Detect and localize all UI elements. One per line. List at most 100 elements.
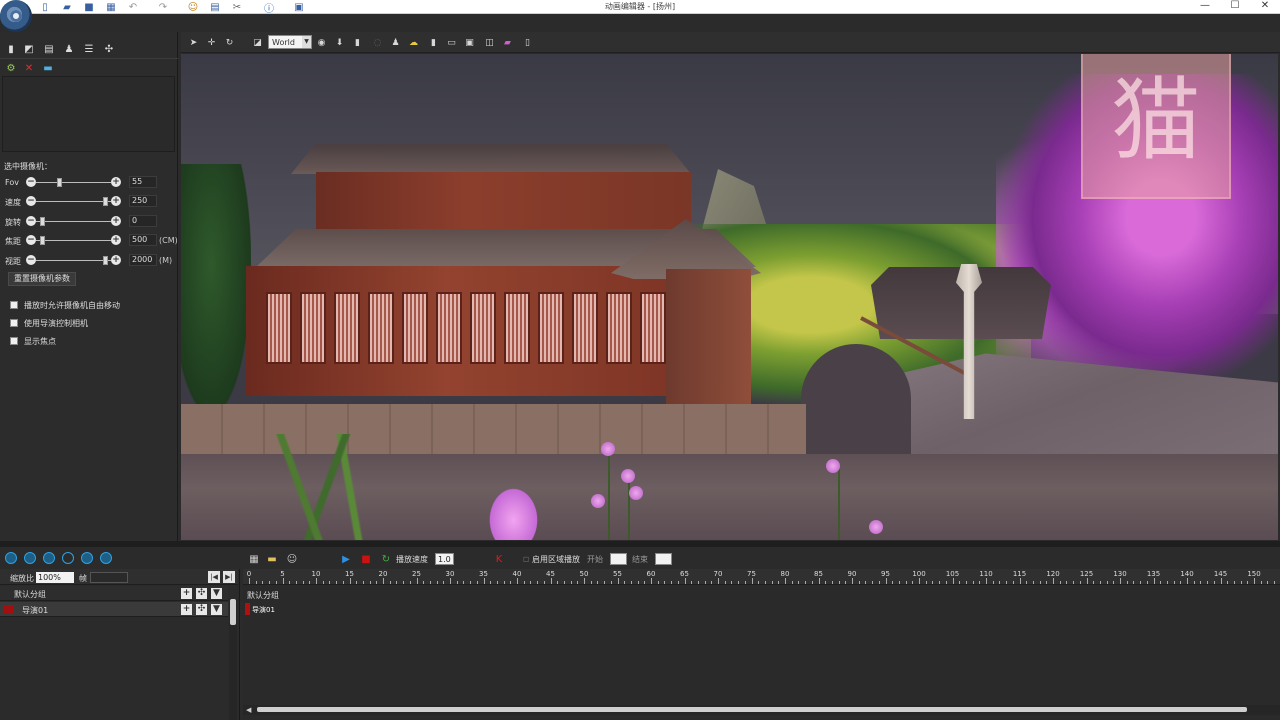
decrease-button[interactable]: − bbox=[26, 196, 36, 206]
decrease-button[interactable]: − bbox=[26, 255, 36, 265]
open-folder-icon[interactable]: ▰ bbox=[60, 1, 74, 13]
decrease-button[interactable]: − bbox=[26, 177, 36, 187]
slider-track[interactable] bbox=[36, 201, 111, 202]
folder-icon[interactable]: ▬ bbox=[266, 553, 278, 565]
slider-thumb[interactable] bbox=[102, 256, 108, 265]
timeline-ruler[interactable]: 0 5 10 15 20 25 30 35 40 45 50 55 60 65 70 75 80 85 90 95 10… bbox=[243, 569, 1280, 585]
compass-icon[interactable]: ◉ bbox=[315, 36, 328, 49]
start-input[interactable] bbox=[610, 553, 627, 565]
grid-icon[interactable]: ▤ bbox=[208, 1, 222, 13]
tag-icon[interactable]: ▮ bbox=[427, 36, 440, 49]
increase-button[interactable]: + bbox=[111, 196, 121, 206]
minimize-button[interactable]: — bbox=[1190, 0, 1220, 12]
decrease-button[interactable]: − bbox=[26, 216, 36, 226]
checkbox-box[interactable] bbox=[10, 337, 18, 345]
slider-track[interactable] bbox=[36, 260, 111, 261]
go-start-icon[interactable]: |◀ bbox=[208, 571, 220, 583]
track-tool-icon[interactable] bbox=[100, 552, 112, 564]
track-tool-icon[interactable] bbox=[5, 552, 17, 564]
people-icon[interactable]: ☺ bbox=[186, 1, 200, 13]
select-arrow-icon[interactable]: ➤ bbox=[187, 36, 200, 49]
checkbox-box[interactable] bbox=[10, 319, 18, 327]
go-end-icon[interactable]: ▶| bbox=[223, 571, 235, 583]
person-tab-icon[interactable]: ♟ bbox=[62, 42, 76, 56]
track-row-default-group[interactable]: 默认分组 + ✣ ▼ bbox=[0, 586, 228, 601]
chevron-down-icon[interactable]: ▼ bbox=[302, 36, 311, 48]
timeline-scrollbar[interactable]: ◀ bbox=[243, 705, 1280, 715]
scrollbar-thumb[interactable] bbox=[257, 707, 1247, 712]
close-button[interactable]: ✕ bbox=[1250, 0, 1280, 12]
print-icon[interactable]: ▦ bbox=[104, 1, 118, 13]
coordinate-space-select[interactable]: World ▼ bbox=[268, 35, 312, 49]
slider-track[interactable] bbox=[36, 240, 111, 241]
increase-button[interactable]: + bbox=[111, 216, 121, 226]
timeline-area[interactable]: 0 5 10 15 20 25 30 35 40 45 50 55 60 65 70 75 80 85 90 95 10… bbox=[243, 569, 1280, 720]
add-track-icon[interactable]: + bbox=[181, 588, 192, 599]
window-icon[interactable]: ▣ bbox=[292, 1, 306, 13]
delete-camera-icon[interactable]: ✕ bbox=[22, 61, 36, 75]
move-track-icon[interactable]: ✣ bbox=[196, 588, 207, 599]
play-speed-input[interactable]: 1.0 bbox=[435, 553, 454, 565]
camera-tab-icon[interactable]: ▮ bbox=[4, 42, 18, 56]
chevron-down-icon[interactable]: ▼ bbox=[211, 604, 222, 615]
redo-icon[interactable]: ↷ bbox=[156, 1, 170, 13]
download-icon[interactable]: ⬇ bbox=[333, 36, 346, 49]
zoom-input[interactable]: 100% bbox=[36, 572, 74, 583]
new-document-icon[interactable]: ▯ bbox=[38, 1, 52, 13]
actor-icon[interactable]: ♟ bbox=[389, 36, 402, 49]
panel-splitter[interactable] bbox=[0, 541, 1280, 547]
track-tool-icon[interactable] bbox=[24, 552, 36, 564]
camera-view-icon[interactable]: ▬ bbox=[41, 61, 55, 75]
slider-thumb[interactable] bbox=[102, 197, 108, 206]
slider-thumb[interactable] bbox=[39, 236, 45, 245]
scale-icon[interactable]: ◪ bbox=[251, 36, 264, 49]
region-checkbox[interactable]: ▫ bbox=[520, 553, 532, 565]
snap-icon[interactable]: ◌ bbox=[371, 36, 384, 49]
decrease-button[interactable]: − bbox=[26, 235, 36, 245]
list-tab-icon[interactable]: ☰ bbox=[82, 42, 96, 56]
edit-tab-icon[interactable]: ◩ bbox=[22, 42, 36, 56]
slider-value-input[interactable]: 250 bbox=[129, 195, 157, 207]
light-icon[interactable]: ☁ bbox=[407, 36, 420, 49]
undo-icon[interactable]: ↶ bbox=[126, 1, 140, 13]
add-track-icon[interactable]: + bbox=[181, 604, 192, 615]
frame-input[interactable] bbox=[90, 572, 128, 583]
tools-icon[interactable]: ✂ bbox=[230, 1, 244, 13]
play-icon[interactable]: ▶ bbox=[340, 553, 352, 565]
save-icon[interactable]: ■ bbox=[82, 1, 96, 13]
slider-thumb[interactable] bbox=[57, 178, 62, 187]
rotate-icon[interactable]: ↻ bbox=[223, 36, 236, 49]
track-tool-icon[interactable] bbox=[81, 552, 93, 564]
move-icon[interactable]: ✛ bbox=[205, 36, 218, 49]
clip-marker[interactable] bbox=[245, 603, 250, 615]
loop-icon[interactable]: ↻ bbox=[380, 553, 392, 565]
track-tool-icon[interactable] bbox=[62, 552, 74, 564]
slider-value-input[interactable]: 2000 bbox=[129, 254, 157, 266]
slider-value-input[interactable]: 500 bbox=[129, 234, 157, 246]
monitor-icon[interactable]: ▭ bbox=[445, 36, 458, 49]
scene-viewport[interactable]: 猫 bbox=[181, 54, 1278, 540]
slider-value-input[interactable]: 0 bbox=[129, 215, 157, 227]
track-row-director[interactable]: 导演01 + ✣ ▼ bbox=[0, 602, 228, 617]
increase-button[interactable]: + bbox=[111, 255, 121, 265]
slider-track[interactable] bbox=[36, 182, 111, 183]
info-icon[interactable]: ⓘ bbox=[262, 1, 276, 15]
scroll-left-icon[interactable]: ◀ bbox=[246, 706, 251, 714]
increase-button[interactable]: + bbox=[111, 177, 121, 187]
keyframe-icon[interactable]: K bbox=[493, 553, 505, 565]
track-scrollbar[interactable] bbox=[229, 599, 237, 720]
checkbox-box[interactable] bbox=[10, 301, 18, 309]
slider-thumb[interactable] bbox=[39, 217, 45, 226]
maximize-button[interactable]: ☐ bbox=[1220, 0, 1250, 12]
slider-track[interactable] bbox=[36, 221, 111, 222]
info-badge-icon[interactable]: ▯ bbox=[521, 36, 534, 49]
screen-icon[interactable]: ▣ bbox=[463, 36, 476, 49]
app-logo-icon[interactable] bbox=[0, 0, 32, 32]
grid-view-icon[interactable]: ▦ bbox=[248, 553, 260, 565]
scrollbar-thumb[interactable] bbox=[230, 599, 236, 625]
layers-tab-icon[interactable]: ▤ bbox=[42, 42, 56, 56]
record-stop-icon[interactable]: ■ bbox=[360, 553, 372, 565]
slider-value-input[interactable]: 55 bbox=[129, 176, 157, 188]
move-track-icon[interactable]: ✣ bbox=[196, 604, 207, 615]
camera-list[interactable] bbox=[2, 76, 175, 152]
